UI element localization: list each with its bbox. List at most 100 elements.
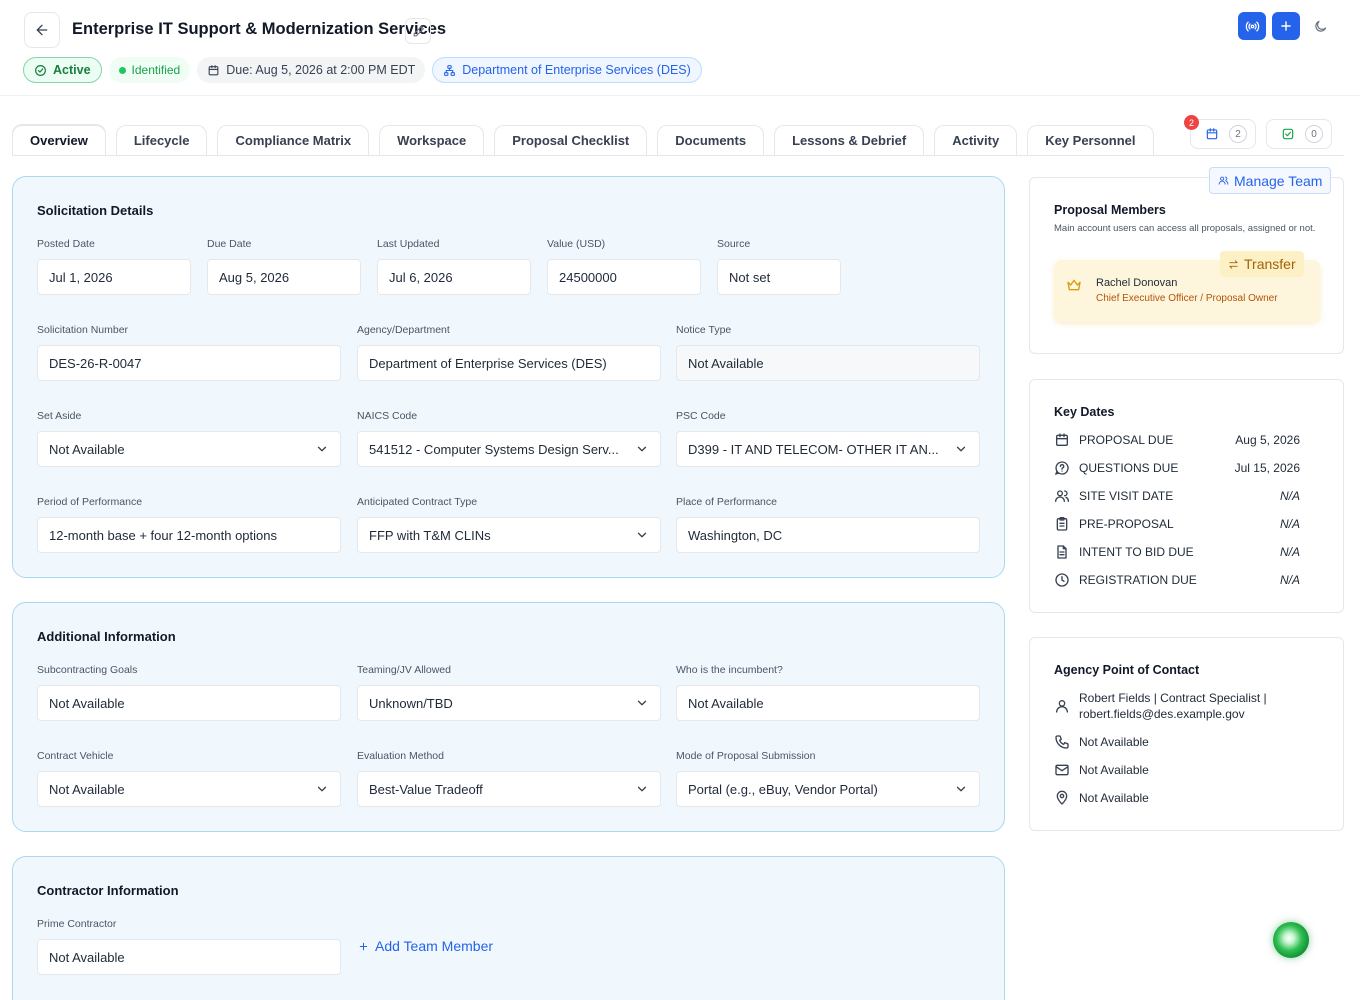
- tab-activity[interactable]: Activity: [934, 125, 1018, 155]
- key-date-row: INTENT TO BID DUE N/A: [1054, 543, 1300, 561]
- psc-label: PSC Code: [676, 410, 726, 422]
- add-team-member-label: Add Team Member: [375, 938, 494, 954]
- evaluation-select[interactable]: Best-Value Tradeoff: [357, 771, 661, 807]
- agency-value: Department of Enterprise Services (DES): [369, 355, 607, 371]
- due-date-field[interactable]: Aug 5, 2026: [207, 259, 361, 295]
- poc-address-row: Not Available: [1054, 790, 1149, 806]
- page-title: Enterprise IT Support & Modernization Se…: [72, 20, 447, 38]
- tab-proposal-checklist[interactable]: Proposal Checklist: [494, 125, 648, 155]
- stage-badge[interactable]: Identified: [108, 57, 191, 83]
- top-actions: [1238, 12, 1334, 40]
- plus-icon: [359, 942, 368, 950]
- stage-dot-icon: [118, 66, 126, 74]
- teaming-select[interactable]: Unknown/TBD: [357, 685, 661, 721]
- naics-label: NAICS Code: [357, 410, 418, 422]
- set-aside-select[interactable]: Not Available: [37, 431, 341, 467]
- key-date-value: N/A: [1279, 489, 1300, 503]
- vehicle-label: Contract Vehicle: [37, 750, 114, 762]
- last-updated-value: Jul 6, 2026: [389, 269, 453, 285]
- key-date-row: SITE VISIT DATE N/A: [1054, 487, 1300, 505]
- vehicle-value: Not Available: [49, 781, 125, 797]
- source-field[interactable]: Not set: [717, 259, 841, 295]
- tab-key-personnel[interactable]: Key Personnel: [1027, 125, 1154, 155]
- value-usd-field[interactable]: 24500000: [547, 259, 701, 295]
- add-button[interactable]: [1272, 12, 1300, 40]
- broadcast-button[interactable]: [1238, 12, 1266, 40]
- poc-email-row: Not Available: [1054, 762, 1149, 778]
- back-button[interactable]: [24, 12, 60, 48]
- owner-name: Rachel Donovan: [1096, 277, 1178, 289]
- agency-field[interactable]: Department of Enterprise Services (DES): [357, 345, 661, 381]
- key-date-label: SITE VISIT DATE: [1079, 489, 1174, 503]
- subcontracting-field[interactable]: Not Available: [37, 685, 341, 721]
- moon-icon: [1314, 20, 1326, 32]
- page-header: Enterprise IT Support & Modernization Se…: [0, 0, 1360, 96]
- swap-icon: [1229, 259, 1238, 269]
- poc-contact-email[interactable]: robert.fields@des.example.gov: [1079, 706, 1267, 722]
- department-badge[interactable]: Department of Enterprise Services (DES): [432, 57, 702, 83]
- chevron-down-icon: [637, 446, 647, 452]
- submission-select[interactable]: Portal (e.g., eBuy, Vendor Portal): [676, 771, 980, 807]
- psc-select[interactable]: D399 - IT AND TELECOM- OTHER IT AN...: [676, 431, 980, 467]
- poc-address: Not Available: [1079, 791, 1149, 805]
- key-date-value: N/A: [1279, 545, 1300, 559]
- tab-workspace[interactable]: Workspace: [379, 125, 485, 155]
- chevron-down-icon: [317, 446, 327, 452]
- section-title: Contractor Information: [37, 883, 179, 898]
- transfer-button[interactable]: Transfer: [1220, 251, 1304, 277]
- status-badge[interactable]: Active: [23, 57, 102, 83]
- document-icon: [1057, 545, 1067, 559]
- due-date-value: Aug 5, 2026: [219, 269, 290, 285]
- incumbent-field[interactable]: Not Available: [676, 685, 980, 721]
- naics-select[interactable]: 541512 - Computer Systems Design Serv...: [357, 431, 661, 467]
- manage-team-button[interactable]: Manage Team: [1209, 167, 1332, 194]
- additional-information-section: Additional Information Subcontracting Go…: [12, 602, 1005, 832]
- calendar-icon: [1056, 433, 1068, 446]
- posted-date-label: Posted Date: [37, 238, 95, 250]
- notice-type-label: Notice Type: [676, 324, 732, 336]
- key-date-label: PRE-PROPOSAL: [1079, 517, 1174, 531]
- pencil-icon: [413, 25, 424, 36]
- section-title: Solicitation Details: [37, 203, 154, 218]
- users-icon: [1055, 490, 1069, 502]
- tab-documents[interactable]: Documents: [657, 125, 765, 155]
- chevron-down-icon: [637, 700, 647, 706]
- prime-field[interactable]: Not Available: [37, 939, 341, 975]
- meta-row: Active Identified Due: Aug 5, 2026 at 2:…: [23, 57, 702, 83]
- users-icon: [1218, 176, 1229, 185]
- tab-overview[interactable]: Overview: [12, 125, 106, 155]
- poc-phone-row: Not Available: [1054, 734, 1149, 750]
- edit-title-button[interactable]: [405, 18, 431, 44]
- vehicle-select[interactable]: Not Available: [37, 771, 341, 807]
- tasks-counter-button[interactable]: 0: [1266, 119, 1332, 149]
- calendar-counter-button[interactable]: 2: [1190, 119, 1256, 149]
- question-icon: [1054, 461, 1069, 476]
- last-updated-field[interactable]: Jul 6, 2026: [377, 259, 531, 295]
- assistant-orb-button[interactable]: [1273, 922, 1309, 958]
- clock-icon: [1055, 573, 1069, 587]
- contract-type-select[interactable]: FFP with T&M CLINs: [357, 517, 661, 553]
- chevron-down-icon: [637, 786, 647, 792]
- tab-lessons-debrief[interactable]: Lessons & Debrief: [774, 125, 925, 155]
- posted-date-field[interactable]: Jul 1, 2026: [37, 259, 191, 295]
- due-badge: Due: Aug 5, 2026 at 2:00 PM EDT: [197, 57, 426, 83]
- tab-lifecycle[interactable]: Lifecycle: [115, 125, 208, 155]
- solicitation-number-field[interactable]: DES-26-R-0047: [37, 345, 341, 381]
- source-value: Not set: [729, 269, 771, 285]
- key-date-label: PROPOSAL DUE: [1079, 433, 1174, 447]
- transfer-label: Transfer: [1244, 256, 1296, 272]
- user-icon: [1056, 700, 1068, 713]
- manage-team-label: Manage Team: [1234, 172, 1323, 189]
- broadcast-icon: [1245, 21, 1259, 31]
- period-value: 12-month base + four 12-month options: [49, 527, 278, 543]
- place-field[interactable]: Washington, DC: [676, 517, 980, 553]
- period-field[interactable]: 12-month base + four 12-month options: [37, 517, 341, 553]
- card-title: Proposal Members: [1054, 203, 1166, 217]
- theme-toggle[interactable]: [1306, 12, 1334, 40]
- poc-phone: Not Available: [1079, 735, 1149, 749]
- tab-compliance-matrix[interactable]: Compliance Matrix: [217, 125, 370, 155]
- key-date-value: N/A: [1279, 573, 1300, 587]
- department-label: Department of Enterprise Services (DES): [462, 63, 691, 77]
- add-team-member-button[interactable]: Add Team Member: [358, 938, 493, 954]
- section-title: Additional Information: [37, 629, 176, 644]
